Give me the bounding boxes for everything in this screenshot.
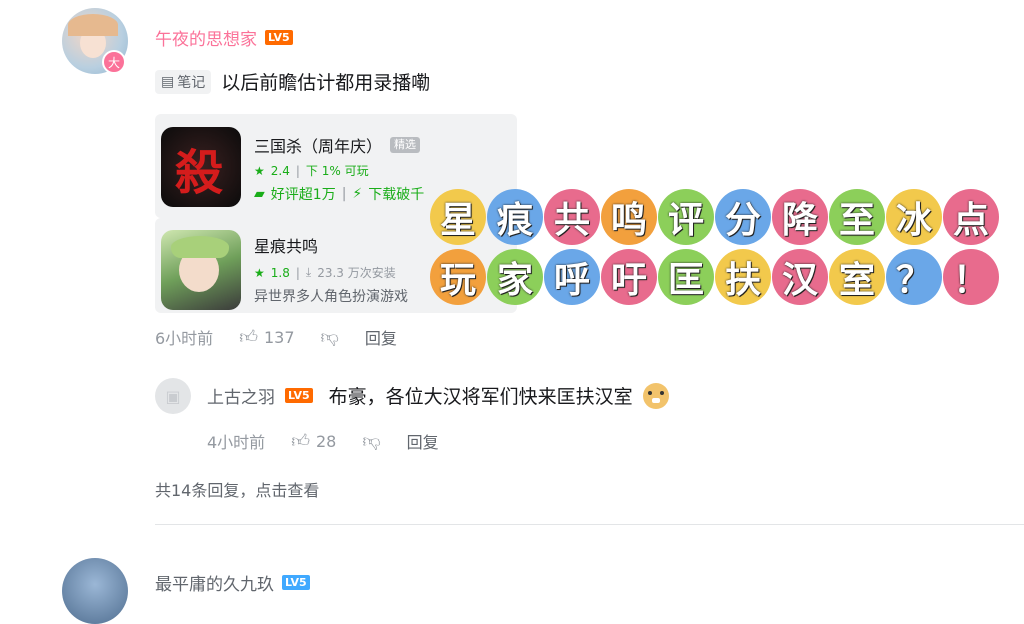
- like-count: 137: [264, 327, 295, 347]
- overlay-char-1-3: 共: [544, 189, 600, 245]
- overlay-char-2-8: 室: [829, 249, 885, 305]
- reply-button[interactable]: 回复: [365, 325, 397, 349]
- star-icon: ★: [254, 163, 265, 178]
- app-card-xinghen[interactable]: 星痕共鸣 ★ 1.8 | ⤓ 23.3 万次安装 异世界多人角色扮演游戏: [155, 218, 517, 313]
- overlay-char-2-7: 汉: [772, 249, 828, 305]
- overlay-char-2-5: 匡: [658, 249, 714, 305]
- overlay-char-2-3: 呼: [544, 249, 600, 305]
- overlay-char-1-10: 点: [943, 189, 999, 245]
- thumbs-down-icon: 👎︎: [362, 431, 381, 452]
- featured-tag: 精选: [390, 137, 421, 153]
- star-icon: ★: [254, 265, 265, 280]
- reply-dislike-button[interactable]: 👎︎: [362, 430, 380, 452]
- reply-like-button[interactable]: 👍︎ 28: [291, 430, 336, 452]
- commenter-username[interactable]: 午夜的思想家: [155, 25, 257, 50]
- overlay-char-1-9: 冰: [886, 189, 942, 245]
- app-rating: 2.4: [270, 163, 290, 178]
- dislike-button[interactable]: 👎︎: [321, 326, 339, 348]
- app-downloads: 下 1% 可玩: [305, 164, 369, 178]
- app-installs: 23.3 万次安装: [317, 266, 396, 280]
- overlay-char-1-7: 降: [772, 189, 828, 245]
- overlay-char-1-5: 评: [658, 189, 714, 245]
- comment-time: 6小时前: [155, 329, 214, 348]
- overlay-char-2-10: ！: [943, 249, 999, 305]
- chat-icon: ▰: [254, 186, 265, 202]
- app-card-sanguosha[interactable]: 殺 三国杀（周年庆） 精选 ★ 2.4 | 下 1% 可玩 ▰ 好评超1万 | …: [155, 114, 517, 218]
- note-label: 笔记: [177, 74, 206, 91]
- reply-time: 4小时前: [207, 433, 266, 452]
- note-tag[interactable]: ▤ 笔记: [155, 69, 212, 94]
- comment-text: 以后前瞻估计都用录播嘞: [221, 72, 431, 94]
- app-name: 三国杀（周年庆）: [254, 137, 383, 156]
- highlight-reviews: 好评超1万: [270, 187, 336, 203]
- overlay-char-2-6: 扶: [715, 249, 771, 305]
- next-commenter-avatar[interactable]: [62, 558, 128, 624]
- download-icon: ⤓: [305, 265, 312, 279]
- tv-icon: ▣: [165, 386, 181, 406]
- overlay-char-1-6: 分: [715, 189, 771, 245]
- xinghen-app-icon: [161, 230, 241, 310]
- comment-divider: [155, 524, 1024, 525]
- like-button[interactable]: 👍︎ 137: [239, 326, 294, 348]
- overlay-char-1-4: 鸣: [601, 189, 657, 245]
- app-name: 星痕共鸣: [254, 237, 319, 256]
- thumbs-down-icon: 👎︎: [320, 327, 339, 348]
- reply-reply-button[interactable]: 回复: [407, 429, 439, 453]
- overlay-char-2-4: 吁: [601, 249, 657, 305]
- thumbs-up-icon: 👍︎: [239, 327, 258, 348]
- view-more-replies-link[interactable]: 共14条回复，点击查看: [155, 481, 319, 500]
- reply-username[interactable]: 上古之羽: [207, 383, 275, 408]
- note-icon: ▤: [161, 73, 175, 90]
- level-badge: LV5: [285, 388, 313, 403]
- sanguosha-app-icon: 殺: [161, 127, 241, 207]
- level-badge: LV5: [265, 30, 293, 45]
- app-rating: 1.8: [270, 265, 290, 280]
- reply-like-count: 28: [316, 431, 337, 451]
- app-description: 异世界多人角色扮演游戏: [254, 289, 408, 305]
- thumbs-up-icon: 👍︎: [291, 431, 310, 452]
- reply-text: 布豪，各位大汉将军们快来匡扶汉室: [328, 386, 633, 408]
- creator-badge-icon: 大: [102, 50, 126, 74]
- overlay-char-1-8: 至: [829, 189, 885, 245]
- overlay-char-2-9: ？: [886, 249, 942, 305]
- highlight-downloads: 下载破千: [368, 187, 425, 203]
- doge-emoji-icon: [642, 382, 669, 409]
- lightning-icon: ⚡: [352, 186, 363, 202]
- reply-avatar[interactable]: ▣: [155, 378, 191, 414]
